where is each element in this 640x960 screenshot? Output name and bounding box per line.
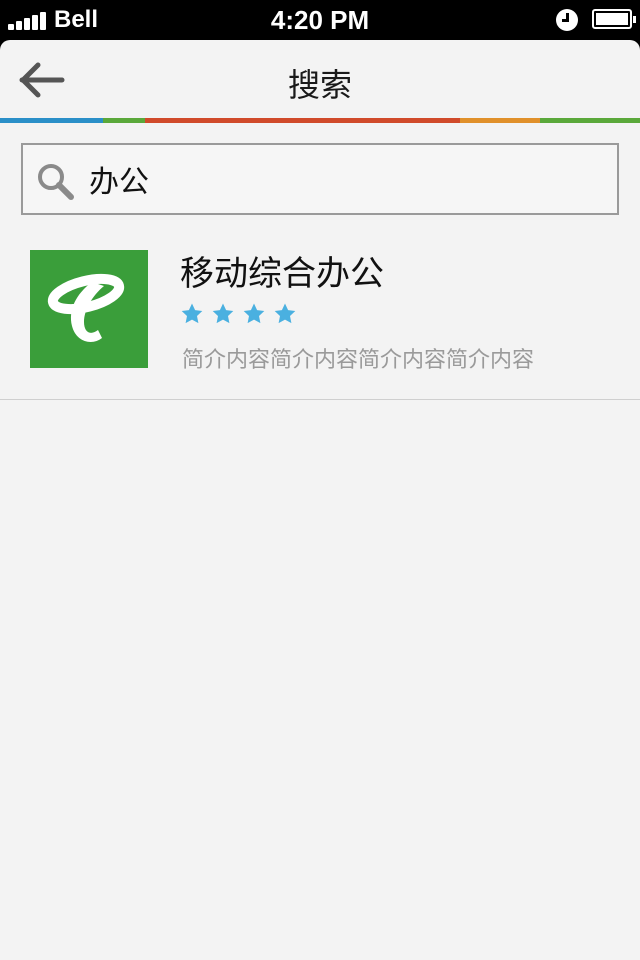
star-icon <box>211 302 235 326</box>
nav-bar: 搜索 <box>0 40 640 118</box>
star-rating <box>180 302 297 326</box>
star-icon <box>180 302 204 326</box>
search-icon <box>38 164 74 200</box>
status-time: 4:20 PM <box>270 5 370 35</box>
status-bar: Bell 4:20 PM <box>0 0 640 40</box>
alarm-icon <box>556 9 578 31</box>
accent-stripe <box>0 118 640 123</box>
result-list: 移动综合办公 简介内容简介内容简介内容简介内容 <box>0 230 640 400</box>
search-box[interactable] <box>21 143 619 215</box>
list-item[interactable]: 移动综合办公 简介内容简介内容简介内容简介内容 <box>0 230 640 400</box>
star-icon <box>242 302 266 326</box>
telecom-logo-icon <box>30 250 148 368</box>
app-screen: 搜索 移动综合办公 <box>0 40 640 960</box>
page-title: 搜索 <box>287 66 352 104</box>
search-input[interactable] <box>89 151 609 207</box>
app-name: 移动综合办公 <box>180 254 384 294</box>
star-icon <box>273 302 297 326</box>
arrow-left-icon <box>19 62 65 98</box>
back-button[interactable] <box>16 60 72 100</box>
battery-icon <box>592 9 636 29</box>
app-description: 简介内容简介内容简介内容简介内容 <box>182 348 535 373</box>
